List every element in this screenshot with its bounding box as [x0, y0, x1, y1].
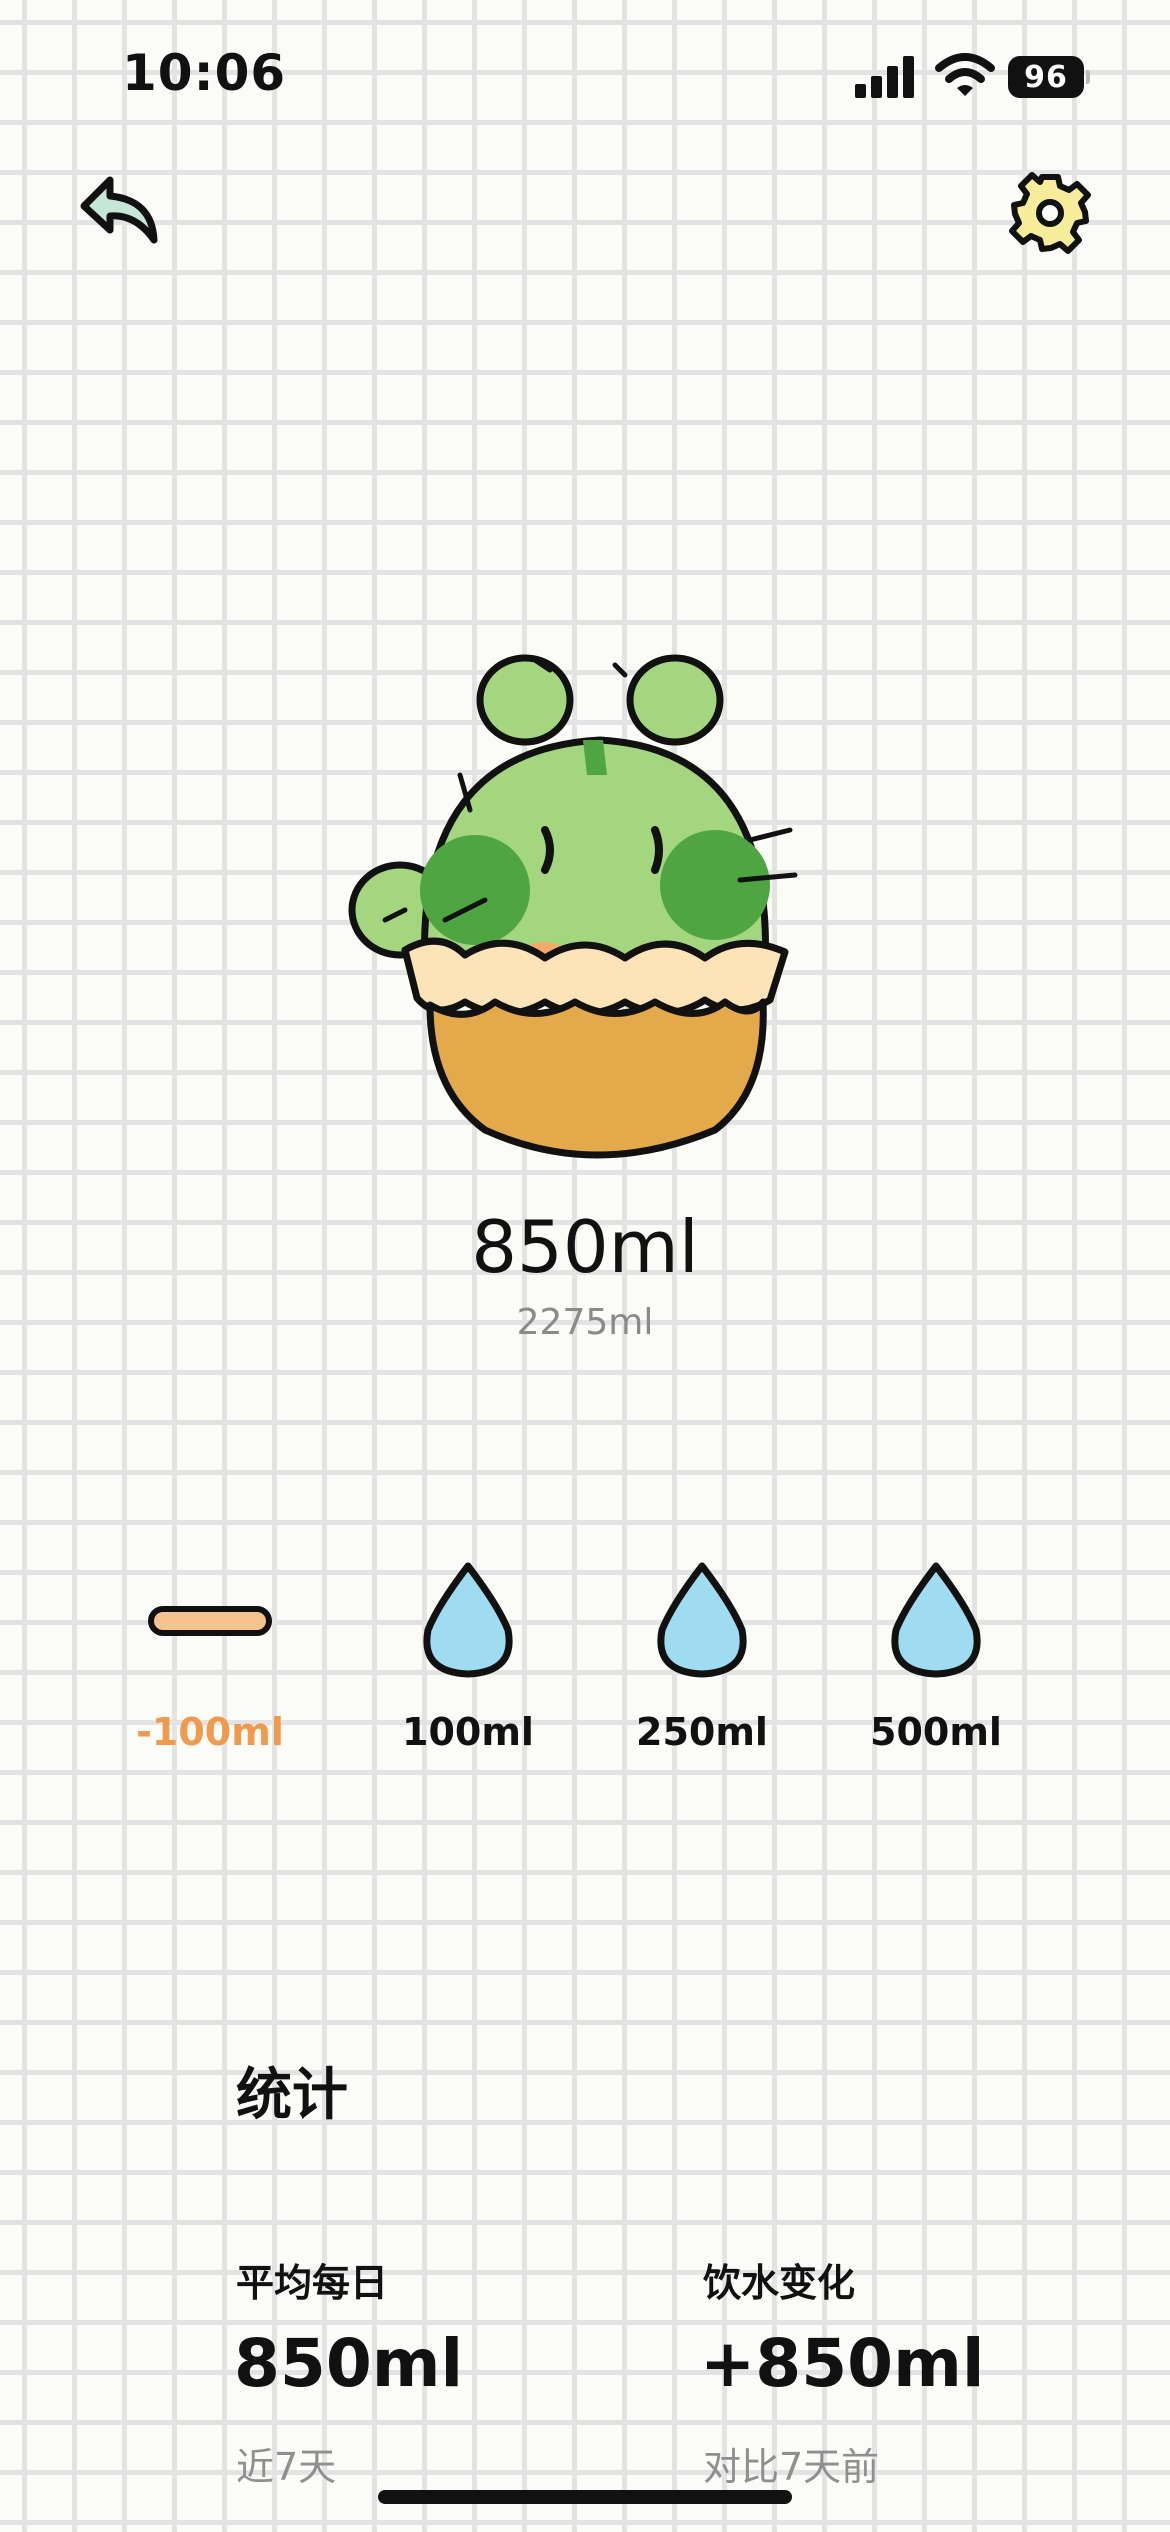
status-time: 10:06	[122, 44, 287, 102]
wifi-icon	[935, 53, 995, 96]
battery-icon: 96	[1008, 56, 1090, 98]
current-intake: 850ml	[471, 1205, 699, 1289]
quick-add-250-button[interactable]: 250ml	[602, 1560, 802, 1780]
cellular-signal-icon	[855, 56, 914, 98]
intake-change-label: 饮水变化	[703, 2261, 856, 2305]
intake-change-note: 对比7天前	[703, 2445, 880, 2489]
stats-title: 统计	[236, 2063, 348, 2128]
average-daily-label: 平均每日	[236, 2261, 389, 2305]
quick-add-500-button[interactable]: 500ml	[836, 1560, 1036, 1780]
back-button[interactable]	[78, 170, 168, 250]
cactus-mascot-illustration	[348, 654, 798, 1159]
home-indicator[interactable]	[378, 2490, 792, 2504]
water-drop-icon	[657, 1562, 747, 1678]
intake-change-value: +850ml	[700, 2325, 985, 2402]
cactus-cupcake-mascot[interactable]	[345, 640, 825, 1160]
quick-add-label: -100ml	[136, 1710, 284, 1754]
quick-remove-100-button[interactable]: -100ml	[110, 1560, 310, 1780]
quick-add-label: 500ml	[870, 1710, 1002, 1754]
minus-icon	[148, 1606, 272, 1636]
quick-add-100-button[interactable]: 100ml	[368, 1560, 568, 1780]
settings-button[interactable]	[1005, 168, 1095, 258]
quick-add-label: 250ml	[636, 1710, 768, 1754]
water-drop-icon	[891, 1562, 981, 1678]
average-daily-note: 近7天	[236, 2445, 337, 2489]
water-drop-icon	[423, 1562, 513, 1678]
daily-goal: 2275ml	[516, 1302, 654, 1343]
battery-level: 96	[1008, 56, 1084, 98]
back-arrow-icon	[80, 176, 158, 244]
average-daily-value: 850ml	[234, 2325, 464, 2402]
gear-icon	[1009, 172, 1091, 254]
quick-add-label: 100ml	[402, 1710, 534, 1754]
